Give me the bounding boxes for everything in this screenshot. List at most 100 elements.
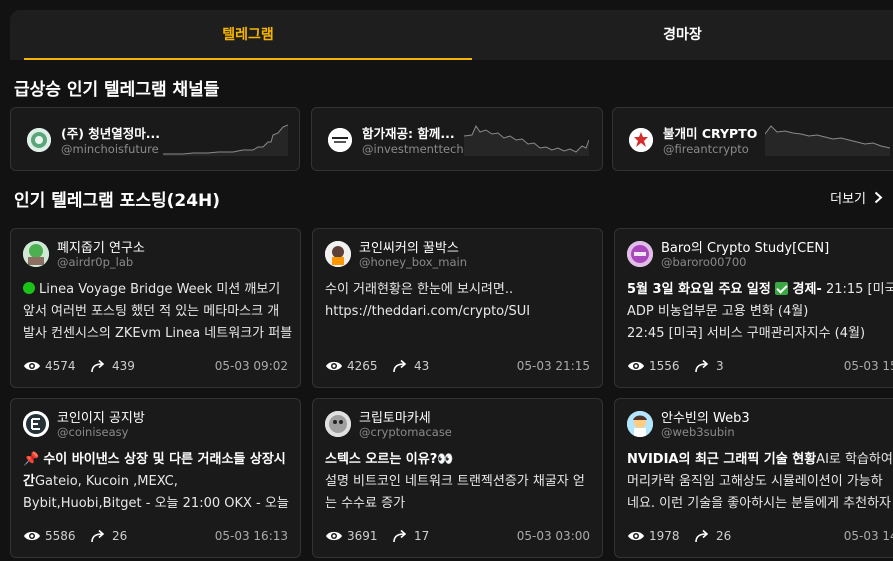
post-line: 네요. 이런 기술을 좋아하시는 분들에게 추천하자 — [627, 496, 891, 511]
post-content: Linea Voyage Bridge Week 미션 깨보기 앞서 여러번 포… — [23, 279, 300, 345]
shares-stat: 439 — [90, 359, 135, 373]
shares-stat: 26 — [90, 529, 127, 543]
trend-sparkline — [464, 124, 589, 156]
posts-section-title: 인기 텔레그램 포스팅(24H) — [14, 191, 221, 211]
post-stats: 4574 439 05-03 09:02 — [23, 359, 288, 375]
post-link[interactable]: https://theddari.com/crypto/SUI — [325, 301, 602, 323]
post-stats: 5586 26 05-03 16:13 — [23, 529, 288, 545]
views-stat: 1978 — [627, 529, 680, 543]
channel-handle: @minchoisfuture — [61, 142, 159, 156]
channel-name: 불개미 CRYPTO — [663, 126, 758, 141]
channel-avatar — [325, 241, 351, 267]
post-card[interactable]: 폐지줍기 연구소 @airdr0p_lab Linea Voyage Bridg… — [10, 228, 301, 388]
post-line: 머리카락 움직임 고해상도 시뮬레이션이 가능하 — [627, 474, 883, 489]
post-date: 05-03 03:00 — [516, 529, 590, 543]
post-card[interactable]: 안수빈의 Web3 @web3subin NVIDIA의 최근 그래픽 기술 현… — [614, 398, 893, 558]
post-line: AI로 학습하여 — [816, 452, 893, 467]
views-count: 5586 — [45, 529, 76, 543]
trending-title: 급상승 인기 텔레그램 채널들 — [14, 80, 220, 100]
post-channel-name: 코인이지 공지방 — [57, 411, 145, 426]
post-channel-name: 크립토마카세 — [359, 411, 431, 426]
views-stat: 1556 — [627, 359, 680, 373]
post-line: 설명 비트코인 네트워크 트랜젝션증가 채굴자 얻 — [325, 474, 585, 489]
post-card[interactable]: Baro의 Crypto Study[CEN] @baroro00700 5월 … — [614, 228, 893, 388]
shares-stat: 17 — [392, 529, 429, 543]
more-label: 더보기 — [830, 192, 866, 207]
post-channel-handle: @web3subin — [661, 425, 735, 439]
post-line-bold: 스텍스 오르는 이유? — [325, 452, 438, 467]
post-channel-handle: @baroro00700 — [661, 255, 747, 269]
views-count: 4574 — [45, 359, 76, 373]
check-mark-icon — [774, 282, 788, 295]
post-content: NVIDIA의 최근 그래픽 기술 현황AI로 학습하여 머리카락 움직임 고해… — [627, 449, 893, 515]
channel-avatar — [328, 128, 352, 152]
trend-sparkline — [765, 125, 890, 156]
platform-tabs: 텔레그램 경마장 — [10, 10, 893, 60]
channel-avatar — [325, 411, 351, 437]
shares-stat: 3 — [694, 359, 724, 373]
post-line: 는 수수료 증가 — [325, 496, 406, 511]
post-line-bold: 수이 바이낸스 상장 및 다른 거래소들 상장시 — [43, 452, 286, 467]
channel-name: (주) 청년열정마... — [61, 126, 161, 141]
views-stat: 5586 — [23, 529, 76, 543]
shares-count: 439 — [112, 359, 135, 373]
more-link[interactable]: 더보기 — [830, 188, 883, 207]
channel-handle: @fireantcrypto — [663, 142, 749, 156]
share-arrow-icon — [91, 529, 105, 543]
post-line: 발사 컨센시스의 ZKEvm Linea 네트워크가 퍼블 — [23, 326, 293, 341]
views-stat: 4574 — [23, 359, 76, 373]
post-content: 수이 거래현황은 한눈에 보시려면.. https://theddari.com… — [325, 279, 602, 323]
shares-count: 26 — [716, 529, 732, 543]
post-stats: 1556 3 05-03 15:11 — [627, 359, 893, 375]
post-line: 수이 거래현황은 한눈에 보시려면.. — [325, 282, 514, 297]
post-card[interactable]: 크립토마카세 @cryptomacase 스텍스 오르는 이유?👀 설명 비트코… — [312, 398, 603, 558]
post-card[interactable]: 코인씨커의 꿀박스 @honey_box_main 수이 거래현황은 한눈에 보… — [312, 228, 603, 388]
post-content: 5월 3일 화요일 주요 일정 경제- 21:15 [미국] ADP 비농업부문… — [627, 279, 893, 345]
tab-telegram[interactable]: 텔레그램 — [24, 10, 472, 60]
post-channel-handle: @honey_box_main — [359, 255, 468, 269]
shares-count: 26 — [112, 529, 128, 543]
post-line: ADP 비농업부문 고용 변화 (4월) — [627, 304, 809, 319]
post-line-bold: 경제- — [787, 282, 822, 297]
share-arrow-icon — [695, 359, 709, 373]
post-date: 05-03 21:15 — [516, 359, 590, 373]
post-stats: 1978 26 05-03 14:47 — [627, 529, 893, 545]
post-line: Bybit,Huobi,Bitget - 오늘 21:00 OKX - 오늘 — [23, 496, 289, 511]
trending-channel-card[interactable]: 함가재공: 함께... @investmenttech — [311, 107, 603, 171]
post-stats: 4265 43 05-03 21:15 — [325, 359, 590, 375]
views-count: 1978 — [649, 529, 680, 543]
tab-racetrack[interactable]: 경마장 — [472, 10, 893, 60]
eye-icon — [24, 361, 40, 371]
channel-avatar — [23, 241, 49, 267]
views-count: 3691 — [347, 529, 378, 543]
channel-avatar — [627, 411, 653, 437]
post-line: 21:15 [미국] — [825, 282, 893, 297]
shares-count: 43 — [414, 359, 430, 373]
channel-avatar — [627, 241, 653, 267]
views-count: 4265 — [347, 359, 378, 373]
post-line-bold: 5월 3일 화요일 주요 일정 — [627, 282, 771, 297]
post-card[interactable]: 코인이지 공지방 @coiniseasy 📌 수이 바이낸스 상장 및 다른 거… — [10, 398, 301, 558]
post-line: 22:45 [미국] 서비스 구매관리자지수 (4월) — [627, 326, 866, 341]
shares-count: 17 — [414, 529, 430, 543]
eye-icon — [628, 361, 644, 371]
trending-channel-card[interactable]: (주) 청년열정마... @minchoisfuture — [10, 107, 300, 171]
trending-channel-card[interactable]: 불개미 CRYPTO @fireantcrypto — [612, 107, 893, 171]
post-line: Gateio, Kucoin ,MEXC, — [34, 474, 178, 489]
post-channel-name: 폐지줍기 연구소 — [57, 241, 145, 256]
post-content: 스텍스 오르는 이유?👀 설명 비트코인 네트워크 트랜젝션증가 채굴자 얻 는… — [325, 449, 602, 515]
channel-avatar — [27, 128, 51, 152]
eye-icon — [326, 531, 342, 541]
post-date: 05-03 14:47 — [843, 529, 893, 543]
green-circle-icon — [23, 282, 35, 294]
views-stat: 4265 — [325, 359, 378, 373]
chevron-right-icon — [874, 191, 883, 204]
post-date: 05-03 09:02 — [214, 359, 288, 373]
channel-name: 함가재공: 함께... — [362, 126, 455, 141]
post-line-bold: NVIDIA의 최근 그래픽 기술 현황 — [627, 452, 817, 467]
eye-icon — [628, 531, 644, 541]
post-channel-handle: @cryptomacase — [359, 425, 452, 439]
shares-stat: 26 — [694, 529, 731, 543]
post-stats: 3691 17 05-03 03:00 — [325, 529, 590, 545]
post-channel-handle: @airdr0p_lab — [57, 255, 134, 269]
